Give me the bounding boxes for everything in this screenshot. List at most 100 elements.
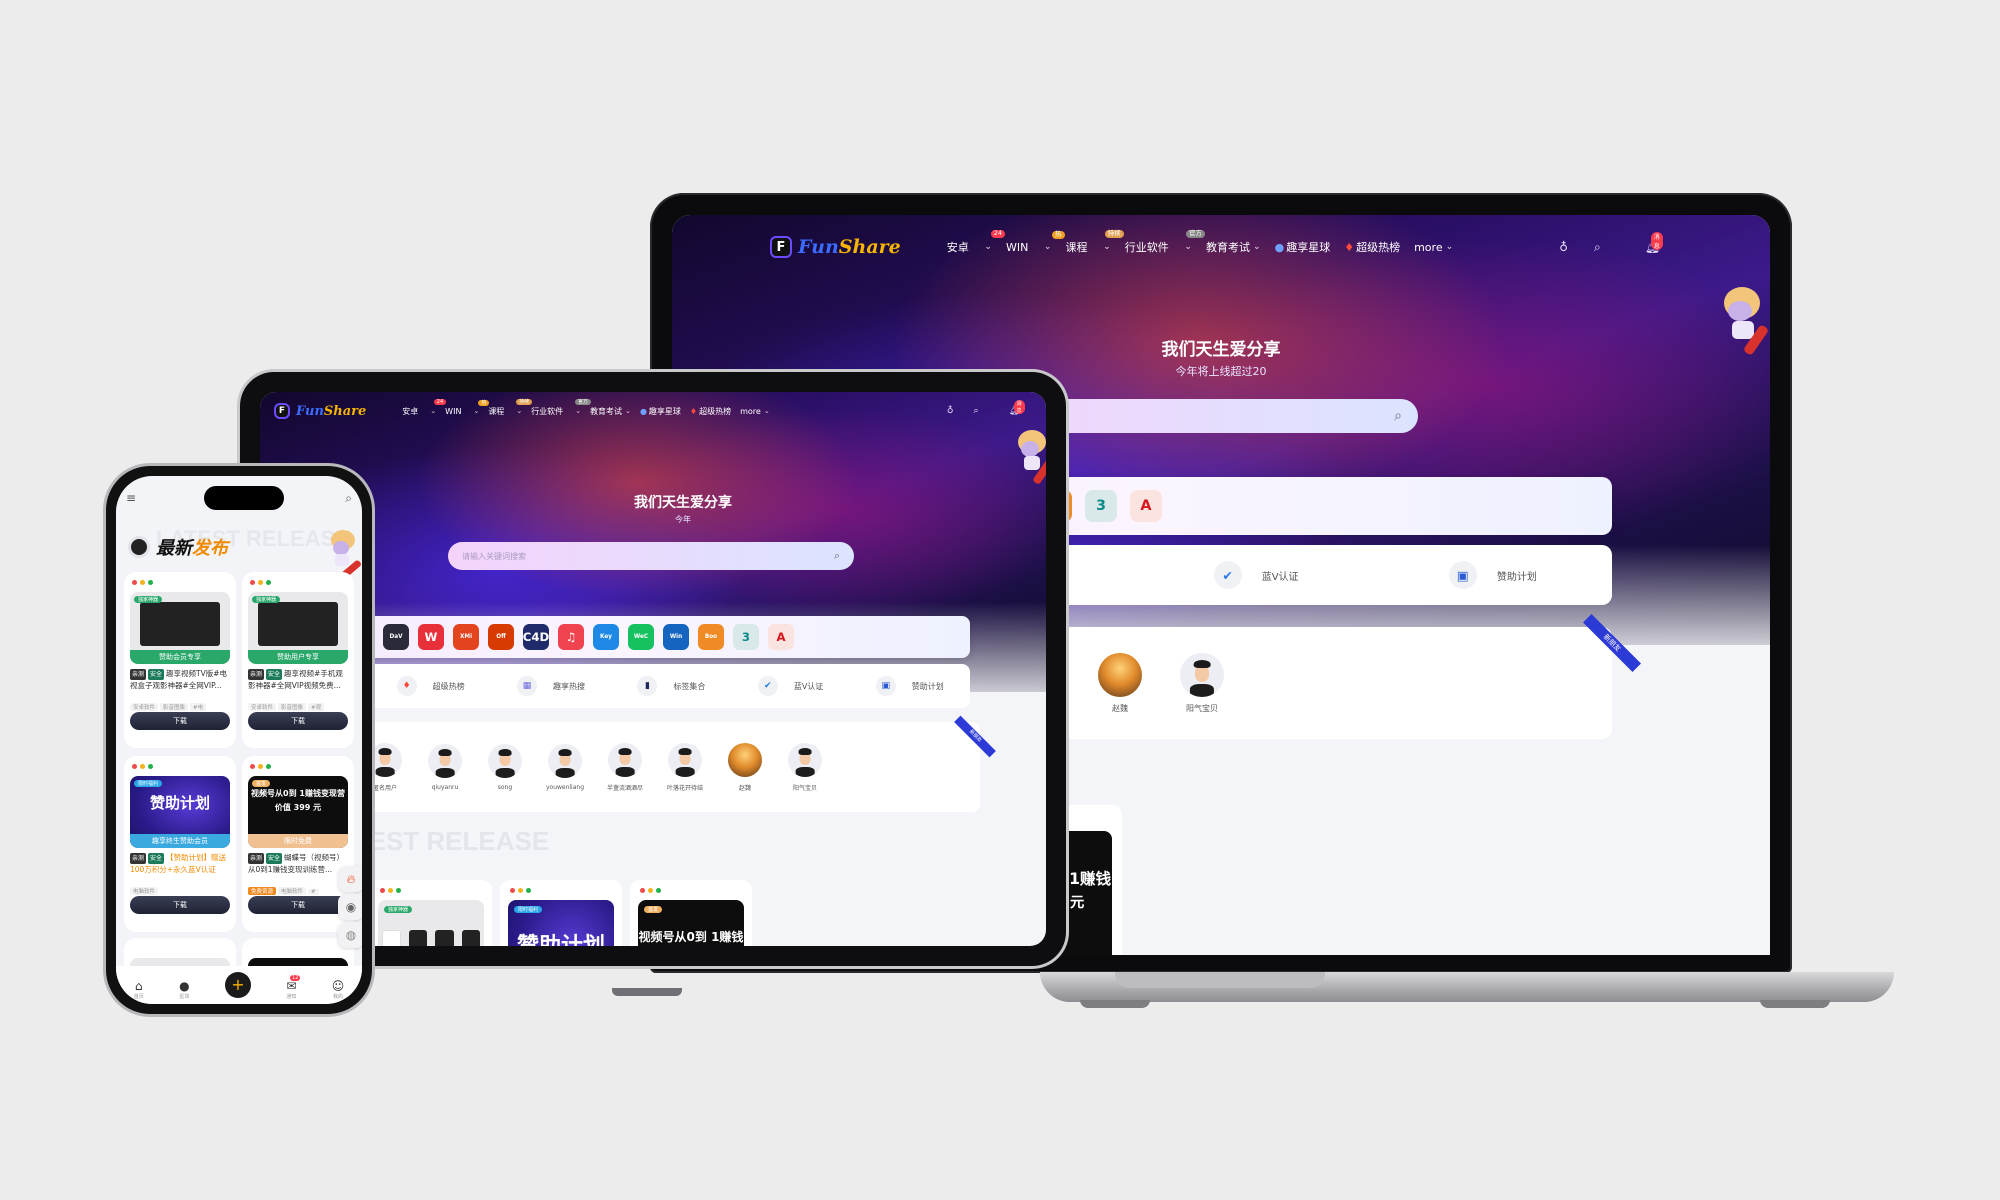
bell-icon[interactable]: 🔔︎消息	[1009, 400, 1025, 416]
download-button[interactable]: 下载	[130, 712, 230, 730]
avatar[interactable]	[608, 742, 642, 777]
avatar[interactable]	[488, 743, 522, 778]
user-item[interactable]: 半盏流酒酒尽	[602, 742, 648, 792]
avatar[interactable]	[1180, 652, 1224, 697]
post-chip[interactable]: 安卓软件	[130, 703, 159, 711]
tab-user[interactable]: ☺ 我的	[332, 979, 345, 1000]
nav-item-1[interactable]: WIN 热 ⌄	[445, 399, 490, 416]
download-button[interactable]: 下载	[248, 712, 348, 730]
nav-item-2[interactable]: 课程 持续 ⌄	[1066, 229, 1124, 255]
post-title[interactable]: 亲测 安全 【赞助计划】赠送100万积分+永久蓝V认证	[130, 852, 232, 875]
podcast-float-button[interactable]: ◉	[338, 894, 362, 920]
user-item[interactable]: qiuyanru	[422, 743, 468, 791]
avatar[interactable]	[668, 742, 702, 777]
quick-link-4[interactable]: ✔ 蓝V认证	[757, 676, 823, 696]
post-title[interactable]: 亲测 安全 趣享视频TV版#电视盒子观影神器#全网VIP...	[130, 668, 232, 691]
post-chip[interactable]: #	[308, 889, 319, 895]
brand-logo[interactable]: F FunShare	[274, 403, 366, 419]
user-item[interactable]: 赵魏	[1092, 652, 1148, 714]
search-icon[interactable]: ⌕	[345, 491, 352, 506]
app-icon-8[interactable]: ♫	[558, 624, 584, 650]
card-thumbnail[interactable]: 独家神器	[378, 900, 484, 946]
post-chip[interactable]: 影音图像	[160, 703, 189, 711]
nav-item-5[interactable]: ● 趣享星球	[1275, 239, 1331, 255]
avatar[interactable]	[368, 742, 402, 777]
nav-item-0[interactable]: 安卓 24 ⌄	[947, 229, 1005, 255]
nav-item-2[interactable]: 课程 持续 ⌄	[488, 398, 533, 417]
user-item[interactable]: 阳气宝贝	[1174, 652, 1230, 714]
post-chip[interactable]: 免费资源	[248, 887, 277, 895]
quick-link-4[interactable]: ✔ 蓝V认证	[1213, 561, 1299, 589]
release-card[interactable]: 独家神器	[370, 880, 492, 946]
app-icon-5[interactable]: XMi	[453, 624, 479, 650]
nav-item-7[interactable]: more ⌄	[740, 407, 770, 416]
avatar[interactable]	[548, 743, 582, 778]
user-item[interactable]: 叶落花开待结	[662, 742, 708, 792]
post-chip[interactable]: 安卓软件	[248, 703, 277, 711]
user-item[interactable]: song	[482, 743, 528, 791]
post-card[interactable]: 赞助计划 趣享终生赞助会员 限时福利亲测 安全 【赞助计划】赠送100万积分+永久蓝V认…	[124, 756, 236, 932]
nav-item-4[interactable]: 教育考试 ⌄	[590, 406, 631, 417]
post-card[interactable]: 赞助会员专享 独家神器亲测 安全 趣享视频TV版#电视盒子观影神器#全网VIP... 安…	[124, 572, 236, 748]
post-chip[interactable]: 电脑软件	[278, 887, 307, 895]
theme-bulb-icon[interactable]: ♁	[947, 406, 954, 416]
card-thumbnail[interactable]: 视频号从0到 1赚钱变现营价值 399 元首发	[638, 900, 744, 946]
card-thumbnail[interactable]: 赞助计划限时福利	[508, 900, 614, 946]
post-chip[interactable]: 影音图像	[278, 703, 307, 711]
app-icon-11[interactable]: Win	[663, 624, 689, 650]
quick-link-5[interactable]: ▣ 赞助计划	[875, 676, 944, 696]
avatar[interactable]	[788, 742, 822, 777]
user-item[interactable]: 赵魏	[722, 742, 768, 792]
nav-item-3[interactable]: 行业软件 官方 ⌄	[1125, 229, 1205, 255]
nav-item-0[interactable]: 安卓 24 ⌄	[402, 398, 447, 417]
brand-logo[interactable]: F FunShare	[770, 236, 901, 258]
post-thumbnail[interactable]: 赞助计划 趣享终生赞助会员 限时福利	[130, 776, 230, 848]
post-card[interactable]: 赞助用户专享 独家神器亲测 安全 趣享视频#手机观影神器#全网VIP视频免费... 安卓…	[242, 572, 354, 748]
post-thumbnail[interactable]: 赞助用户专享 独家神器	[248, 592, 348, 664]
app-icon-10[interactable]: WeC	[628, 624, 654, 650]
app-icon-14[interactable]: A	[768, 624, 794, 650]
release-card[interactable]: 视频号从0到 1赚钱变现营价值 399 元首发	[630, 880, 752, 946]
post-chip[interactable]: #观	[308, 703, 325, 711]
app-icon-9[interactable]: Key	[593, 624, 619, 650]
app-icon-12[interactable]: Boo	[698, 624, 724, 650]
download-button[interactable]: 下载	[248, 896, 348, 914]
avatar[interactable]	[728, 742, 762, 777]
post-chip[interactable]: #电	[190, 703, 207, 711]
nav-item-3[interactable]: 行业软件 官方 ⌄	[531, 398, 592, 417]
bell-icon[interactable]: 🔔︎消息	[1645, 232, 1663, 254]
menu-icon[interactable]: ≡	[126, 491, 136, 505]
wechat-float-button[interactable]: ◍	[338, 922, 362, 948]
tab-home[interactable]: ⌂ 首页	[134, 979, 144, 1000]
nav-item-5[interactable]: ● 趣享星球	[640, 406, 681, 417]
post-chip[interactable]: 电脑软件	[130, 887, 159, 895]
search-icon[interactable]: ⌕	[1594, 240, 1601, 255]
nav-item-1[interactable]: WIN 热 ⌄	[1006, 231, 1065, 254]
nav-item-6[interactable]: ♦ 超级热榜	[1344, 239, 1400, 255]
post-thumbnail[interactable]: 赞助会员专享 独家神器	[130, 592, 230, 664]
app-icon-13[interactable]: 3	[733, 624, 759, 650]
search-input[interactable]: 请输入关键词搜索 ⌕	[448, 542, 854, 570]
app-icon-6[interactable]: Off	[488, 624, 514, 650]
search-icon[interactable]: ⌕	[1394, 408, 1402, 424]
quick-link-5[interactable]: ▣ 赞助计划	[1448, 561, 1537, 589]
nav-item-6[interactable]: ♦ 超级热榜	[690, 406, 731, 417]
nav-item-4[interactable]: 教育考试 ⌄	[1206, 239, 1261, 255]
app-icon-3[interactable]: DaV	[383, 624, 409, 650]
tab-planet[interactable]: ● 星球	[179, 979, 189, 1000]
user-item[interactable]: youwenliang	[542, 743, 588, 791]
nav-item-7[interactable]: more ⌄	[1414, 241, 1453, 254]
app-icon-13[interactable]: 3	[1085, 490, 1117, 522]
app-icon-4[interactable]: W	[418, 624, 444, 650]
search-icon[interactable]: ⌕	[974, 406, 979, 416]
hot-float-button[interactable]: 🔥︎	[338, 866, 362, 892]
post-thumbnail[interactable]: 视频号从0到 1赚钱变现营 价值 399 元限时免费 首发	[248, 776, 348, 848]
app-icon-7[interactable]: C4D	[523, 624, 549, 650]
avatar[interactable]	[428, 743, 462, 778]
tab-plus[interactable]: +	[224, 972, 251, 1000]
tab-message[interactable]: ✉ 通知 12	[286, 975, 301, 1000]
avatar[interactable]	[1098, 652, 1142, 697]
quick-link-3[interactable]: ▮ 标签集合	[637, 676, 705, 696]
post-title[interactable]: 亲测 安全 趣享视频#手机观影神器#全网VIP视频免费...	[248, 668, 350, 691]
user-item[interactable]: 阳气宝贝	[782, 742, 828, 792]
